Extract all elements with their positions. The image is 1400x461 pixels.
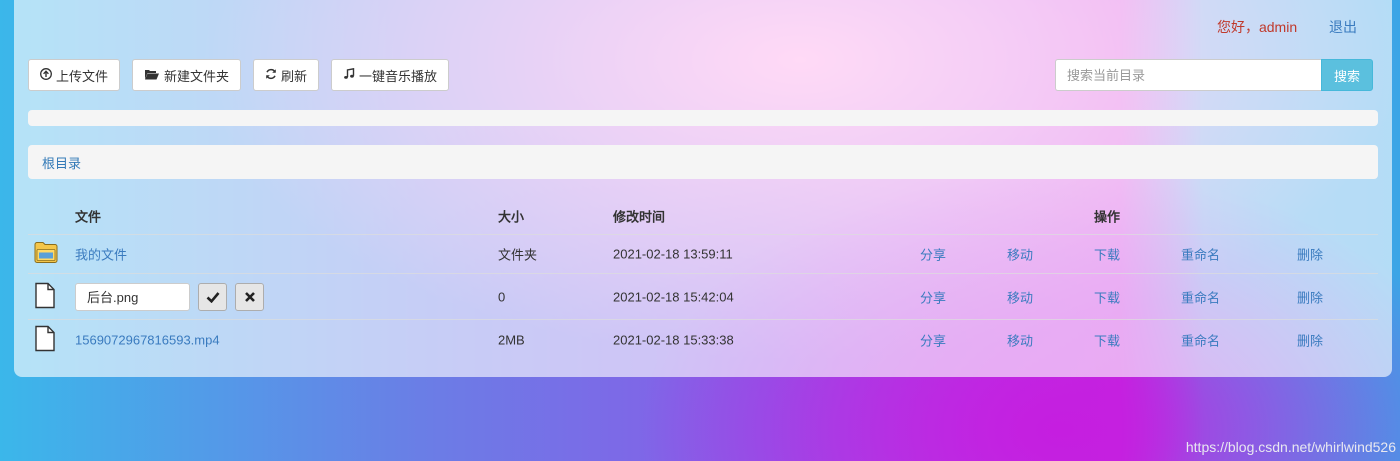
toolbar: 上传文件 新建文件夹 刷新 一键音乐播放	[28, 59, 461, 91]
header-modified: 修改时间	[613, 209, 666, 225]
move-link[interactable]: 移动	[1007, 245, 1033, 264]
rename-link[interactable]: 重命名	[1181, 330, 1220, 349]
refresh-label: 刷新	[281, 68, 308, 84]
file-name-link[interactable]: 我的文件	[75, 245, 127, 264]
new-folder-button[interactable]: 新建文件夹	[132, 59, 242, 91]
upload-button[interactable]: 上传文件	[28, 59, 121, 91]
header-name: 文件	[75, 209, 102, 225]
file-modified: 2021-02-18 15:42:04	[613, 289, 734, 304]
rename-editor	[75, 282, 264, 311]
user-greeting: 您好，admin	[1216, 19, 1298, 35]
file-size: 2MB	[498, 332, 525, 347]
delete-link[interactable]: 删除	[1297, 287, 1323, 306]
rename-input[interactable]	[75, 282, 190, 311]
breadcrumb: 根目录	[28, 145, 1378, 179]
refresh-button[interactable]: 刷新	[253, 59, 320, 91]
table-header: 文件 大小 修改时间 操作	[28, 198, 1378, 234]
watermark: https://blog.csdn.net/whirlwind526	[1185, 439, 1396, 455]
user-bar: 您好，admin 退出	[1217, 17, 1357, 37]
folder-icon	[34, 242, 58, 267]
refresh-icon	[265, 68, 277, 83]
folder-open-icon	[144, 68, 160, 83]
upload-progress-bar	[28, 110, 1378, 126]
file-table: 文件 大小 修改时间 操作 我的文件 文件夹 2021-02-18 13:59:…	[28, 198, 1378, 359]
close-icon	[244, 291, 255, 302]
search-input[interactable]	[1055, 59, 1321, 91]
share-link[interactable]: 分享	[920, 245, 946, 264]
file-icon	[34, 282, 56, 311]
download-link[interactable]: 下载	[1094, 245, 1120, 264]
share-link[interactable]: 分享	[920, 287, 946, 306]
table-row: 0 2021-02-18 15:42:04 分享 移动 下载 重命名 删除	[28, 273, 1378, 319]
rename-link[interactable]: 重命名	[1181, 245, 1220, 264]
file-icon	[34, 325, 56, 354]
check-icon	[206, 291, 219, 303]
header-size: 大小	[498, 209, 525, 225]
table-row: 1569072967816593.mp4 2MB 2021-02-18 15:3…	[28, 319, 1378, 359]
share-link[interactable]: 分享	[920, 330, 946, 349]
upload-label: 上传文件	[56, 68, 109, 84]
download-link[interactable]: 下载	[1094, 330, 1120, 349]
delete-link[interactable]: 删除	[1297, 245, 1323, 264]
move-link[interactable]: 移动	[1007, 287, 1033, 306]
file-size: 文件夹	[498, 247, 538, 263]
move-link[interactable]: 移动	[1007, 330, 1033, 349]
play-music-button[interactable]: 一键音乐播放	[331, 59, 450, 91]
cancel-rename-button[interactable]	[235, 282, 264, 311]
new-folder-label: 新建文件夹	[164, 68, 230, 84]
upload-icon	[40, 67, 52, 83]
header-actions: 操作	[1094, 209, 1121, 225]
search-button[interactable]: 搜索	[1321, 59, 1373, 91]
file-name-link[interactable]: 1569072967816593.mp4	[75, 332, 220, 347]
delete-link[interactable]: 删除	[1297, 330, 1323, 349]
file-modified: 2021-02-18 13:59:11	[613, 246, 733, 262]
file-size: 0	[498, 289, 506, 304]
table-row: 我的文件 文件夹 2021-02-18 13:59:11 分享 移动 下载 重命…	[28, 234, 1378, 273]
search-bar: 搜索	[1055, 59, 1373, 91]
breadcrumb-root[interactable]: 根目录	[42, 153, 81, 172]
music-icon	[343, 67, 355, 83]
confirm-rename-button[interactable]	[198, 282, 227, 311]
logout-link[interactable]: 退出	[1329, 19, 1357, 35]
file-modified: 2021-02-18 15:33:38	[613, 332, 734, 347]
rename-link[interactable]: 重命名	[1181, 287, 1220, 306]
download-link[interactable]: 下载	[1094, 287, 1120, 306]
play-music-label: 一键音乐播放	[359, 68, 438, 84]
main-panel: 您好，admin 退出 上传文件 新建文件夹 刷新 一键音乐播放 搜索当前目录 …	[14, 0, 1392, 377]
